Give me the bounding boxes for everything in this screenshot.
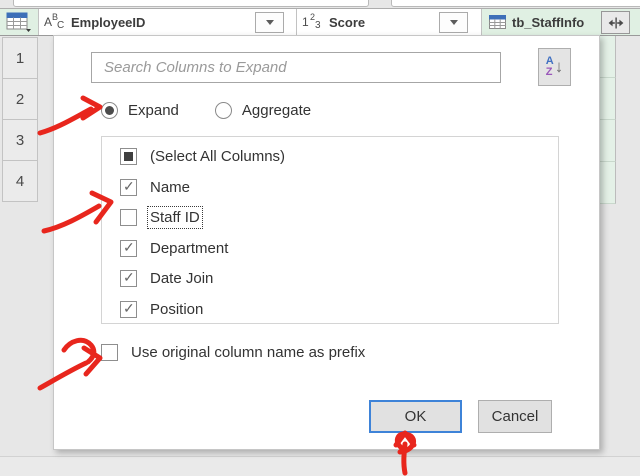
chevron-down-icon: [449, 20, 458, 25]
column-option-department[interactable]: Department: [120, 237, 228, 259]
column-option-select-all[interactable]: (Select All Columns): [120, 145, 285, 167]
column-filter-dropdown-button[interactable]: [439, 12, 468, 33]
column-option-date-join[interactable]: Date Join: [120, 267, 213, 289]
column-header-tb-staffinfo[interactable]: tb_StaffInfo: [482, 9, 640, 35]
arrow-down-icon: ↓: [554, 57, 564, 76]
column-header-employeeid[interactable]: A B C EmployeeID: [39, 9, 297, 35]
ok-button[interactable]: OK: [369, 400, 462, 433]
row-header-1[interactable]: 1: [2, 37, 38, 79]
row-header-3[interactable]: 3: [2, 119, 38, 161]
radio-expand[interactable]: [101, 102, 118, 119]
expand-column-button[interactable]: [601, 11, 630, 34]
chevron-down-icon: [26, 29, 31, 32]
grid-header-row: A B C EmployeeID 1 2 3 Score tb_StaffInf…: [0, 8, 640, 36]
power-query-editor: A B C EmployeeID 1 2 3 Score tb_StaffInf…: [0, 0, 640, 476]
table-type-icon: [489, 15, 506, 29]
search-columns-input[interactable]: [91, 52, 501, 83]
staffinfo-cell-fragment: [600, 78, 616, 120]
checkbox-use-prefix[interactable]: [101, 344, 118, 361]
text-type-icon: A B C: [44, 12, 65, 31]
expand-column-icon: [608, 17, 623, 28]
table-grid-icon: [6, 12, 31, 32]
chevron-down-icon: [265, 20, 274, 25]
columns-listbox: (Select All Columns) Name Staff ID Depar…: [101, 136, 559, 324]
column-option-name[interactable]: Name: [120, 176, 190, 198]
row-header-4[interactable]: 4: [2, 160, 38, 202]
column-option-position[interactable]: Position: [120, 298, 203, 320]
cancel-button[interactable]: Cancel: [478, 400, 552, 433]
checkbox-staff-id[interactable]: [120, 208, 137, 226]
checkbox-select-all[interactable]: [120, 147, 137, 165]
checkbox-position[interactable]: [120, 300, 137, 318]
column-name: EmployeeID: [71, 14, 146, 30]
number-type-icon: 1 2 3: [302, 12, 321, 31]
column-option-staff-id[interactable]: Staff ID: [120, 205, 203, 229]
radio-expand-label[interactable]: Expand: [128, 102, 179, 119]
checkbox-department[interactable]: [120, 239, 137, 257]
expand-column-dialog: A Z ↓ Expand Aggregate (Select All Colum…: [53, 35, 600, 450]
checkbox-name[interactable]: [120, 178, 137, 196]
radio-aggregate[interactable]: [214, 102, 232, 119]
sort-az-button[interactable]: A Z ↓: [538, 48, 571, 86]
formula-bar-fragment-2: [391, 0, 640, 7]
formula-bar-fragment: [13, 0, 369, 7]
column-name: tb_StaffInfo: [512, 14, 585, 30]
mode-radio-group: Expand Aggregate: [101, 102, 337, 119]
radio-aggregate-label[interactable]: Aggregate: [242, 102, 311, 119]
column-header-score[interactable]: 1 2 3 Score: [297, 9, 482, 35]
select-all-table-button[interactable]: [0, 9, 39, 35]
column-name: Score: [329, 14, 366, 30]
row-header-2[interactable]: 2: [2, 78, 38, 120]
staffinfo-cell-fragment: [600, 36, 616, 78]
prefix-option-row[interactable]: Use original column name as prefix: [101, 344, 365, 361]
column-filter-dropdown-button[interactable]: [255, 12, 284, 33]
status-bar-fragment: [0, 456, 640, 476]
sort-az-icon: A Z: [545, 55, 554, 78]
checkbox-date-join[interactable]: [120, 269, 137, 287]
staffinfo-cell-fragment: [600, 120, 616, 162]
staffinfo-cell-fragment: [600, 162, 616, 204]
